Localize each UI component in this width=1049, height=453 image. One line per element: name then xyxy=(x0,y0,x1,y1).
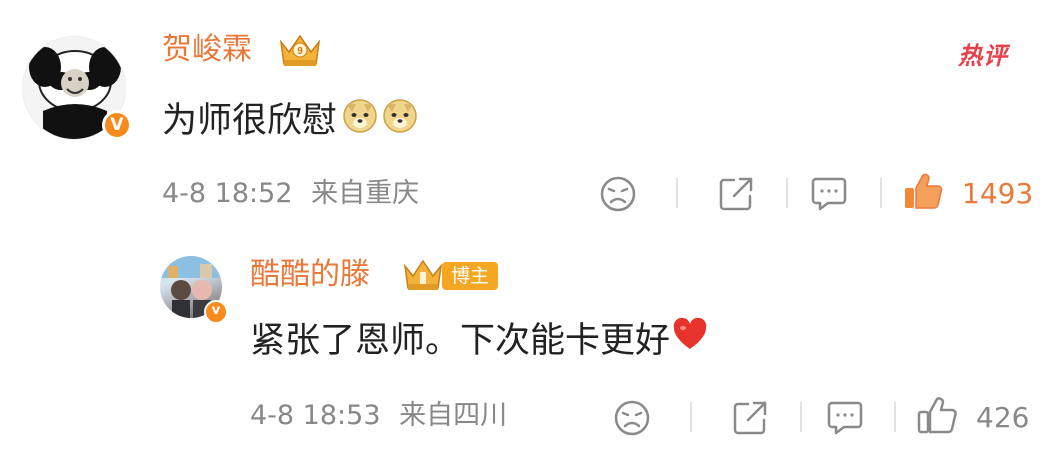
comment-text: 紧张了恩师。下次能卡更好 xyxy=(250,317,708,363)
thumb-up-icon[interactable] xyxy=(916,394,958,440)
avatar[interactable]: 嘿嘿 V xyxy=(22,36,132,140)
hot-comment-tag: 热评 xyxy=(958,42,1008,70)
role-tag: 博主 xyxy=(442,262,499,290)
timestamp: 4-8 18:53 xyxy=(250,400,381,431)
comment-text: 为师很欣慰 xyxy=(162,96,419,145)
divider xyxy=(786,178,788,208)
svg-text:9: 9 xyxy=(297,46,303,57)
verified-badge: v xyxy=(204,300,228,324)
doge-emoji xyxy=(341,96,379,145)
comment-icon[interactable] xyxy=(808,174,850,218)
divider xyxy=(676,178,678,208)
avatar[interactable]: v xyxy=(160,256,228,324)
location: 来自重庆 xyxy=(311,178,420,209)
username[interactable]: 贺峻霖 xyxy=(162,32,252,68)
divider xyxy=(800,402,802,432)
share-icon[interactable] xyxy=(716,174,756,218)
sad-face-icon[interactable] xyxy=(612,398,652,442)
share-icon[interactable] xyxy=(730,398,770,442)
divider xyxy=(880,178,882,208)
comment-body: 为师很欣慰 xyxy=(162,100,338,141)
divider xyxy=(894,402,896,432)
crown-icon: 9 xyxy=(277,32,323,74)
comment-body: 紧张了恩师。下次能卡更好 xyxy=(250,320,671,361)
comment-meta: 4-8 18:53 来自四川 xyxy=(250,398,507,434)
doge-emoji xyxy=(381,96,419,145)
location: 来自四川 xyxy=(399,400,508,431)
sad-face-icon[interactable] xyxy=(598,174,638,218)
divider xyxy=(690,402,692,432)
like-count: 426 xyxy=(976,401,1030,434)
thumb-up-icon[interactable] xyxy=(902,170,944,216)
timestamp: 4-8 18:52 xyxy=(162,178,293,209)
verified-badge: V xyxy=(102,110,132,140)
heart-icon xyxy=(672,317,708,363)
username[interactable]: 酷酷的滕 xyxy=(250,257,370,293)
comment-icon[interactable] xyxy=(824,398,866,442)
crown-icon xyxy=(402,258,444,298)
like-count: 1493 xyxy=(962,177,1034,210)
comment-meta: 4-8 18:52 来自重庆 xyxy=(162,176,419,212)
